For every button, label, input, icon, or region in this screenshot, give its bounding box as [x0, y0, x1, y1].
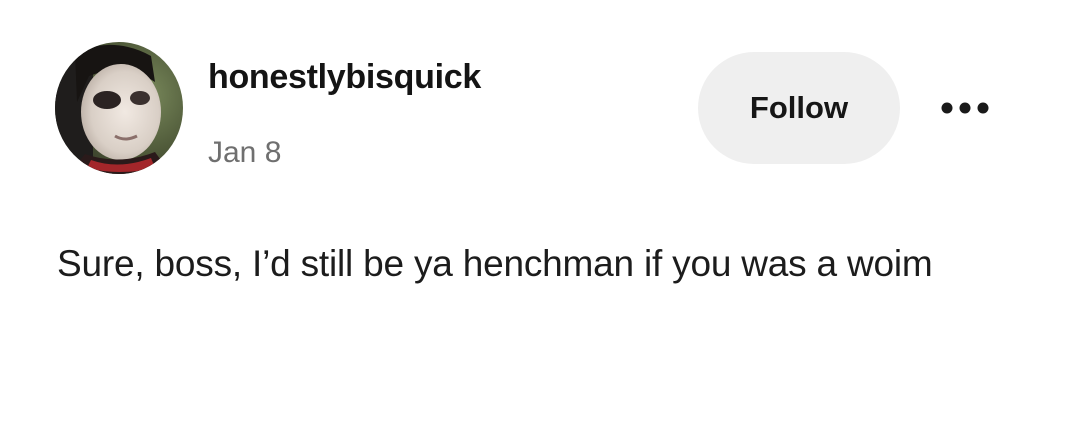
- avatar[interactable]: [55, 42, 183, 174]
- author-username[interactable]: honestlybisquick: [208, 58, 481, 97]
- post-card: honestlybisquick Jan 8 Follow Sure, boss…: [0, 0, 1080, 445]
- avatar-image: [55, 42, 183, 174]
- post-date[interactable]: Jan 8: [208, 136, 281, 170]
- post-body-text: Sure, boss, I’d still be ya henchman if …: [57, 243, 933, 284]
- ellipsis-icon: [941, 102, 989, 114]
- follow-button[interactable]: Follow: [698, 52, 900, 164]
- more-options-button[interactable]: [930, 88, 1000, 128]
